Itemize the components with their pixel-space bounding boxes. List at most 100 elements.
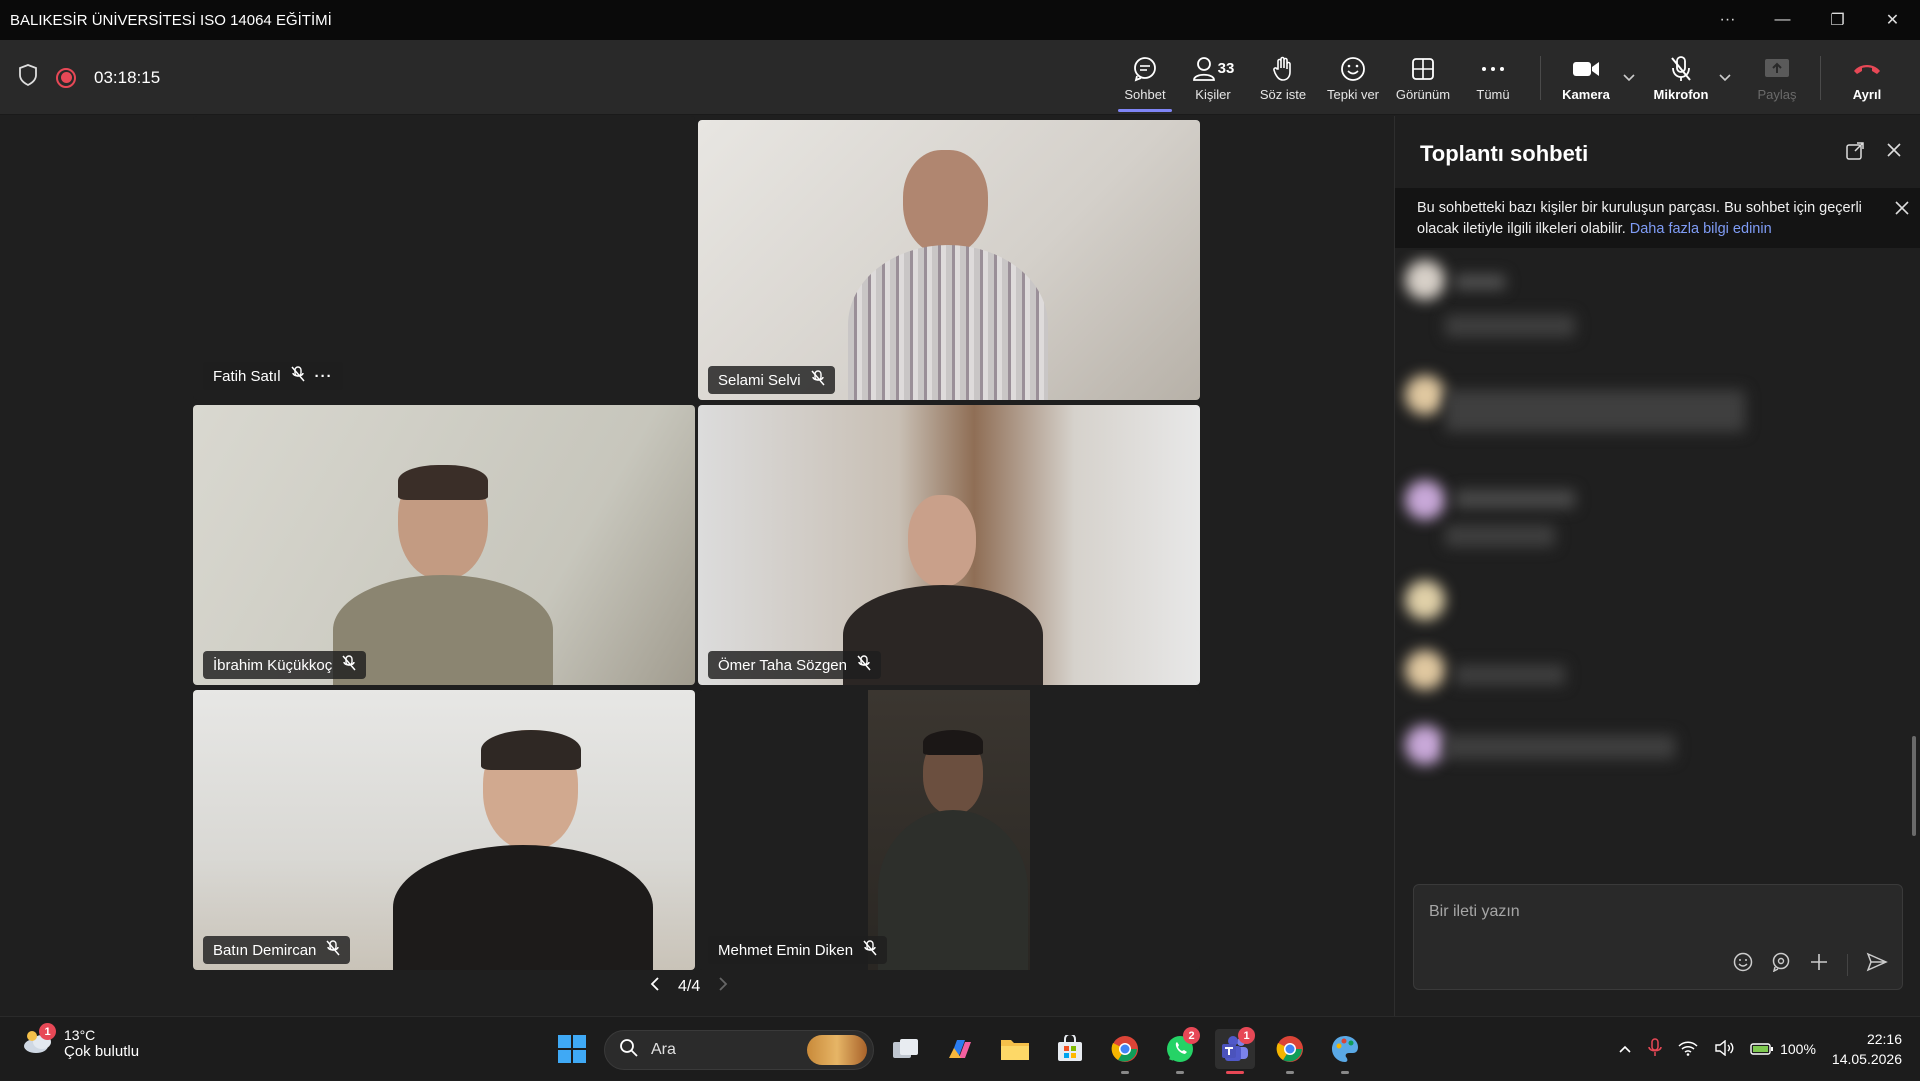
camera-button[interactable]: Kamera xyxy=(1553,40,1619,115)
meeting-toolbar: 03:18:15 Sohbet 33 Kişiler Söz iste Tepk… xyxy=(0,40,1920,115)
gallery-pager: 4/4 xyxy=(650,976,728,997)
leave-button[interactable]: Ayrıl xyxy=(1834,40,1900,115)
mic-button[interactable]: Mikrofon xyxy=(1648,40,1714,115)
copilot-button[interactable] xyxy=(940,1029,980,1069)
close-chat-icon[interactable] xyxy=(1886,142,1902,165)
toolbar-divider xyxy=(1820,56,1821,100)
participant-video xyxy=(848,150,1048,400)
raise-hand-button[interactable]: Söz iste xyxy=(1250,40,1316,115)
raise-hand-label: Söz iste xyxy=(1259,86,1307,102)
learn-more-link[interactable]: Daha fazla bilgi edinin xyxy=(1630,221,1772,237)
window-controls: ··· — ❐ ✕ xyxy=(1700,0,1920,40)
view-label: Görünüm xyxy=(1395,86,1451,102)
meeting-timer: 03:18:15 xyxy=(94,67,161,87)
chrome-button[interactable] xyxy=(1105,1029,1145,1074)
next-page-icon[interactable] xyxy=(718,976,728,997)
participant-tile[interactable]: Selami Selvi xyxy=(698,120,1200,400)
camera-options-chevron-icon[interactable] xyxy=(1622,70,1636,88)
mic-muted-icon xyxy=(342,655,356,675)
smile-icon xyxy=(1340,54,1366,84)
camera-icon xyxy=(1572,54,1600,84)
battery-charging-icon xyxy=(1750,1043,1774,1055)
file-explorer-button[interactable] xyxy=(995,1029,1035,1069)
restore-button[interactable]: ❐ xyxy=(1810,10,1865,30)
minimize-button[interactable]: — xyxy=(1755,11,1810,29)
participant-name: Batın Demircan xyxy=(213,941,317,959)
participant-tile[interactable]: Fatih Satıl ··· xyxy=(193,116,695,400)
previous-page-icon[interactable] xyxy=(650,976,660,997)
pop-out-icon[interactable] xyxy=(1846,142,1864,165)
shield-icon[interactable] xyxy=(18,64,38,91)
participant-name-tag: Ömer Taha Sözgen xyxy=(708,651,881,679)
dismiss-notice-icon[interactable] xyxy=(1894,200,1910,221)
whatsapp-button[interactable]: 2 xyxy=(1160,1027,1200,1074)
emoji-icon[interactable] xyxy=(1733,952,1753,977)
chat-button[interactable]: Sohbet xyxy=(1112,40,1178,115)
task-view-icon xyxy=(893,1039,918,1058)
clock-date: 14.05.2026 xyxy=(1831,1051,1902,1067)
microphone-in-use-icon[interactable] xyxy=(1648,1037,1662,1061)
paint-palette-icon xyxy=(1332,1036,1358,1062)
weather-temperature: 13°C xyxy=(64,1027,96,1043)
window-title: BALIKESİR ÜNİVERSİTESİ ISO 14064 EĞİTİMİ xyxy=(10,11,332,29)
participant-more-icon[interactable]: ··· xyxy=(315,368,333,385)
close-window-button[interactable]: ✕ xyxy=(1865,10,1920,30)
react-button[interactable]: Tepki ver xyxy=(1320,40,1386,115)
start-button[interactable] xyxy=(552,1029,592,1069)
folder-icon xyxy=(1001,1040,1029,1060)
battery-status[interactable]: 100% xyxy=(1750,1041,1816,1057)
chrome-icon xyxy=(1111,1036,1138,1062)
video-stage: Fatih Satıl ··· Selami Selvi İbrahim Küç… xyxy=(0,116,1394,1016)
paint-button[interactable] xyxy=(1325,1029,1365,1074)
chevron-up-icon[interactable] xyxy=(1618,1041,1632,1057)
windows-logo-icon xyxy=(558,1035,586,1063)
volume-icon[interactable] xyxy=(1714,1039,1734,1059)
mic-muted-icon xyxy=(857,655,871,675)
chat-messages-blurred xyxy=(1395,250,1920,850)
battery-percent: 100% xyxy=(1780,1041,1816,1057)
people-button[interactable]: 33 Kişiler xyxy=(1180,40,1246,115)
search-icon xyxy=(619,1038,639,1063)
chat-icon xyxy=(1132,54,1158,84)
share-button[interactable]: Paylaş xyxy=(1744,40,1810,115)
participant-tile[interactable]: Ömer Taha Sözgen xyxy=(698,405,1200,685)
participant-tile[interactable]: Mehmet Emin Diken xyxy=(698,690,1200,970)
people-label: Kişiler xyxy=(1195,86,1231,102)
clock-time: 22:16 xyxy=(1866,1031,1902,1047)
active-indicator xyxy=(1226,1071,1244,1074)
task-view-button[interactable] xyxy=(886,1029,926,1069)
participant-name: Fatih Satıl xyxy=(213,367,281,385)
more-icon xyxy=(1481,54,1505,84)
participant-video xyxy=(393,730,653,970)
running-indicator xyxy=(1176,1071,1184,1074)
window-more-button[interactable]: ··· xyxy=(1700,11,1755,29)
clock[interactable]: 22:16 14.05.2026 xyxy=(1832,1029,1902,1069)
view-button[interactable]: Görünüm xyxy=(1390,40,1456,115)
more-button[interactable]: Tümü xyxy=(1460,40,1526,115)
wifi-icon[interactable] xyxy=(1678,1040,1698,1059)
teams-button[interactable]: 1 xyxy=(1215,1027,1255,1074)
participant-tile[interactable]: İbrahim Küçükkoç xyxy=(193,405,695,685)
chat-scrollbar[interactable] xyxy=(1912,736,1916,836)
message-compose-box[interactable]: Bir ileti yazın xyxy=(1413,884,1903,990)
taskbar-search[interactable]: Ara xyxy=(604,1030,874,1070)
chat-title: Toplantı sohbeti xyxy=(1420,141,1589,166)
participant-name: Selami Selvi xyxy=(718,371,801,389)
mic-label: Mikrofon xyxy=(1653,86,1709,102)
copilot-icon xyxy=(949,1040,971,1058)
compose-divider xyxy=(1847,953,1848,976)
toolbar-divider xyxy=(1540,56,1541,100)
attach-plus-icon[interactable] xyxy=(1809,952,1829,977)
mic-muted-icon xyxy=(810,370,825,390)
loop-component-icon[interactable] xyxy=(1771,952,1791,977)
windows-taskbar: 1 13°C Çok bulutlu Ara 2 1 100% 22:16 14… xyxy=(0,1016,1920,1080)
cloudy-weather-icon: 1 xyxy=(22,1023,56,1060)
participant-tile[interactable]: Batın Demircan xyxy=(193,690,695,970)
mic-muted-icon xyxy=(863,940,877,960)
weather-widget[interactable]: 1 13°C Çok bulutlu xyxy=(22,1023,139,1060)
send-icon[interactable] xyxy=(1866,952,1888,977)
chrome-profile-button[interactable] xyxy=(1270,1029,1310,1074)
mic-options-chevron-icon[interactable] xyxy=(1718,70,1732,88)
store-button[interactable] xyxy=(1050,1029,1090,1069)
participant-name-tag: Mehmet Emin Diken xyxy=(708,936,888,964)
